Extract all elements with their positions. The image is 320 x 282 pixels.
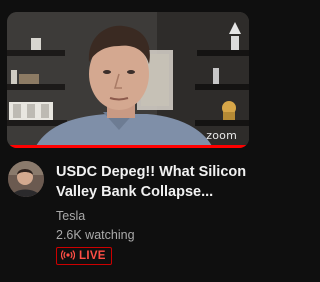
live-badge: LIVE — [56, 247, 112, 265]
live-broadcast-icon — [60, 247, 76, 265]
video-card[interactable]: zoom USDC Depeg!! What Silicon Valley Ba… — [0, 0, 262, 282]
viewer-count: 2.6K watching — [56, 228, 135, 242]
avatar-image — [8, 161, 44, 197]
video-title[interactable]: USDC Depeg!! What Silicon Valley Bank Co… — [56, 162, 252, 202]
channel-avatar[interactable] — [8, 161, 44, 197]
zoom-watermark: zoom — [206, 129, 237, 142]
live-label: LIVE — [79, 250, 106, 262]
live-progress-bar — [7, 145, 249, 148]
video-thumbnail[interactable]: zoom — [7, 12, 249, 148]
thumbnail-image — [7, 12, 249, 148]
channel-name[interactable]: Tesla — [56, 208, 85, 224]
